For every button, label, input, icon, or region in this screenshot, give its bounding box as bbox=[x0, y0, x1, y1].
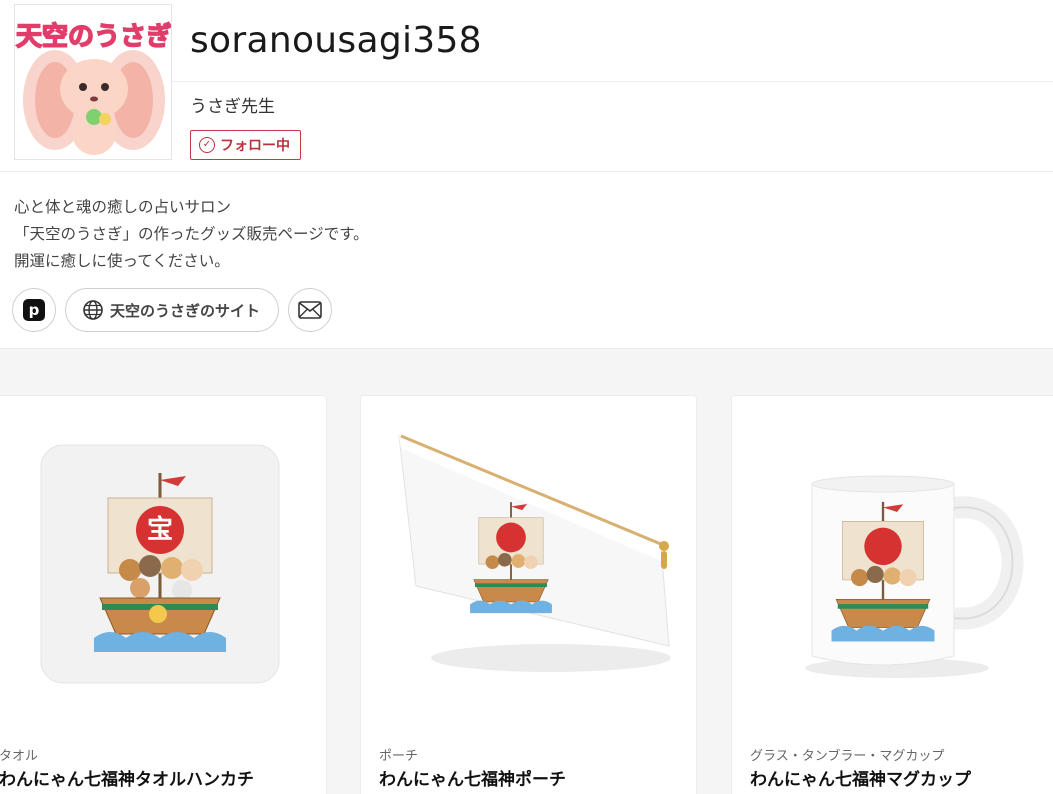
product-card[interactable]: ポーチ わんにゃん七福神ポーチ bbox=[360, 395, 697, 794]
follow-button[interactable]: ✓ フォロー中 bbox=[190, 130, 301, 160]
bio-line: 開運に癒しに使ってください。 bbox=[14, 252, 230, 270]
username-row: soranousagi358 bbox=[172, 0, 1053, 82]
avatar[interactable]: 天空のうさぎ bbox=[14, 4, 172, 160]
product-category: ポーチ bbox=[379, 749, 419, 764]
profile-header: 天空のうさぎ soranousagi358 うさぎ先生 ✓ フォロー中 bbox=[0, 0, 1053, 172]
product-image bbox=[732, 396, 1053, 732]
website-link-label: 天空のうさぎのサイト bbox=[110, 301, 261, 320]
display-name: うさぎ先生 bbox=[190, 97, 275, 117]
username: soranousagi358 bbox=[190, 20, 482, 61]
mail-button[interactable] bbox=[288, 288, 333, 332]
bio-line: 「天空のうさぎ」の作ったグッズ販売ページです。 bbox=[14, 225, 369, 243]
product-image: 宝 bbox=[0, 396, 326, 732]
product-title[interactable]: わんにゃん七福神ポーチ bbox=[379, 765, 566, 790]
product-image bbox=[361, 396, 696, 732]
pouch-image bbox=[398, 434, 671, 672]
product-card[interactable]: 宝 タオル わんにゃん七福神タオルハンカチ bbox=[0, 395, 327, 794]
avatar-logo-text: 天空のうさぎ bbox=[16, 21, 172, 52]
mug-image bbox=[805, 475, 1024, 678]
pixiv-link-button[interactable]: p bbox=[12, 288, 56, 332]
rabbit-avatar-icon: 天空のうさぎ bbox=[15, 5, 172, 159]
check-circle-icon: ✓ bbox=[199, 137, 215, 153]
product-category: タオル bbox=[0, 749, 39, 764]
profile-links: p 天空のうさぎのサイト bbox=[12, 288, 333, 332]
header-divider bbox=[0, 171, 1053, 172]
product-card[interactable]: グラス・タンブラー・マグカップ わんにゃん七福神マグカップ bbox=[731, 395, 1053, 794]
follow-label: フォロー中 bbox=[220, 138, 290, 154]
mail-icon bbox=[298, 301, 322, 319]
treasure-ship-sail-character: 宝 bbox=[147, 514, 173, 545]
towel-handkerchief-image: 宝 bbox=[40, 444, 280, 684]
bio-line: 心と体と魂の癒しの占いサロン bbox=[14, 198, 232, 216]
globe-icon bbox=[83, 300, 103, 320]
product-title[interactable]: わんにゃん七福神マグカップ bbox=[750, 765, 971, 790]
profile-bio: 心と体と魂の癒しの占いサロン 「天空のうさぎ」の作ったグッズ販売ページです。 開… bbox=[14, 194, 369, 275]
website-link-button[interactable]: 天空のうさぎのサイト bbox=[65, 288, 280, 332]
product-category: グラス・タンブラー・マグカップ bbox=[750, 749, 945, 764]
pixiv-icon: p bbox=[23, 299, 45, 321]
product-title[interactable]: わんにゃん七福神タオルハンカチ bbox=[0, 765, 254, 790]
